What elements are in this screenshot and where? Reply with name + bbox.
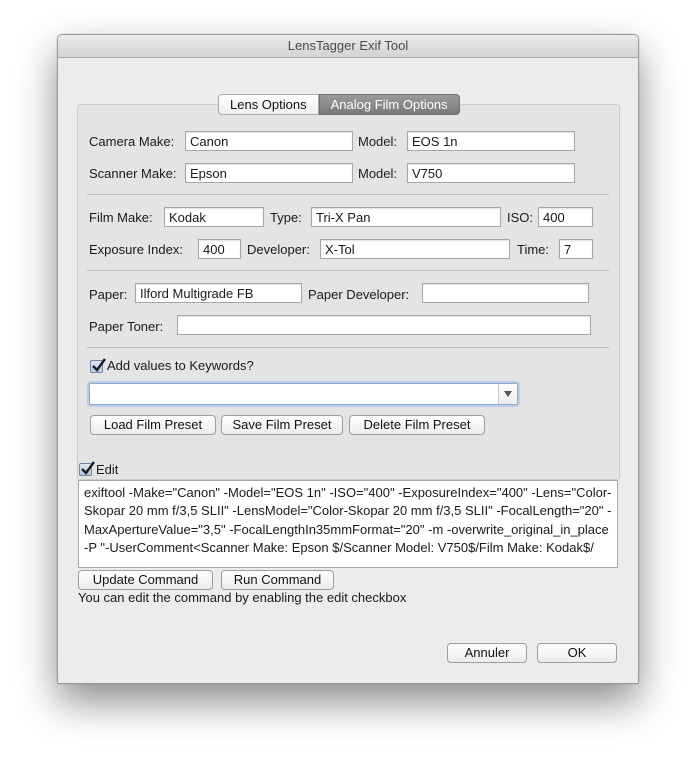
edit-checkbox[interactable]	[79, 461, 95, 476]
checkmark-icon	[92, 358, 106, 372]
film-preset-combo[interactable]	[89, 383, 518, 405]
film-type-label: Type:	[270, 210, 302, 225]
keywords-checkbox[interactable]	[90, 358, 106, 373]
paper-field[interactable]: Ilford Multigrade FB	[135, 283, 302, 303]
developer-label: Developer:	[247, 242, 310, 257]
separator	[87, 194, 609, 195]
lenstagger-window: LensTagger Exif Tool Lens Options Analog…	[57, 34, 639, 684]
edit-label: Edit	[96, 462, 119, 477]
film-type-field[interactable]: Tri-X Pan	[311, 207, 501, 227]
paper-toner-label: Paper Toner:	[89, 319, 164, 334]
film-make-field[interactable]: Kodak	[164, 207, 264, 227]
separator	[87, 270, 609, 271]
keywords-label: Add values to Keywords?	[107, 358, 254, 373]
ok-button[interactable]: OK	[537, 643, 617, 663]
time-field[interactable]: 7	[559, 239, 593, 259]
paper-toner-field[interactable]	[177, 315, 591, 335]
chevron-down-icon[interactable]	[498, 384, 517, 404]
paper-developer-label: Paper Developer:	[308, 287, 410, 302]
exposure-index-field[interactable]: 400	[198, 239, 241, 259]
command-textarea[interactable]: exiftool -Make="Canon" -Model="EOS 1n" -…	[78, 480, 618, 568]
developer-field[interactable]: X-Tol	[320, 239, 510, 259]
camera-model-label: Model:	[358, 134, 398, 149]
load-film-preset-button[interactable]: Load Film Preset	[90, 415, 216, 435]
camera-make-label: Camera Make:	[89, 134, 175, 149]
paper-developer-field[interactable]	[422, 283, 589, 303]
tab-bar: Lens Options Analog Film Options	[218, 94, 460, 115]
film-make-label: Film Make:	[89, 210, 153, 225]
save-film-preset-button[interactable]: Save Film Preset	[221, 415, 343, 435]
exposure-index-label: Exposure Index:	[89, 242, 183, 257]
delete-film-preset-button[interactable]: Delete Film Preset	[349, 415, 485, 435]
scanner-model-label: Model:	[358, 166, 398, 181]
cancel-button[interactable]: Annuler	[447, 643, 527, 663]
tab-analog-film-options[interactable]: Analog Film Options	[318, 94, 460, 115]
iso-field[interactable]: 400	[538, 207, 593, 227]
scanner-make-label: Scanner Make:	[89, 166, 177, 181]
camera-model-field[interactable]: EOS 1n	[407, 131, 575, 151]
paper-label: Paper:	[89, 287, 128, 302]
scanner-make-field[interactable]: Epson	[185, 163, 353, 183]
scanner-model-field[interactable]: V750	[407, 163, 575, 183]
window-title: LensTagger Exif Tool	[58, 35, 638, 58]
update-command-button[interactable]: Update Command	[78, 570, 213, 590]
camera-make-field[interactable]: Canon	[185, 131, 353, 151]
time-label: Time:	[517, 242, 550, 257]
run-command-button[interactable]: Run Command	[221, 570, 334, 590]
separator	[87, 347, 609, 348]
hint-text: You can edit the command by enabling the…	[78, 590, 407, 605]
tab-lens-options[interactable]: Lens Options	[218, 94, 319, 115]
iso-label: ISO:	[507, 210, 534, 225]
checkmark-icon	[81, 461, 95, 475]
